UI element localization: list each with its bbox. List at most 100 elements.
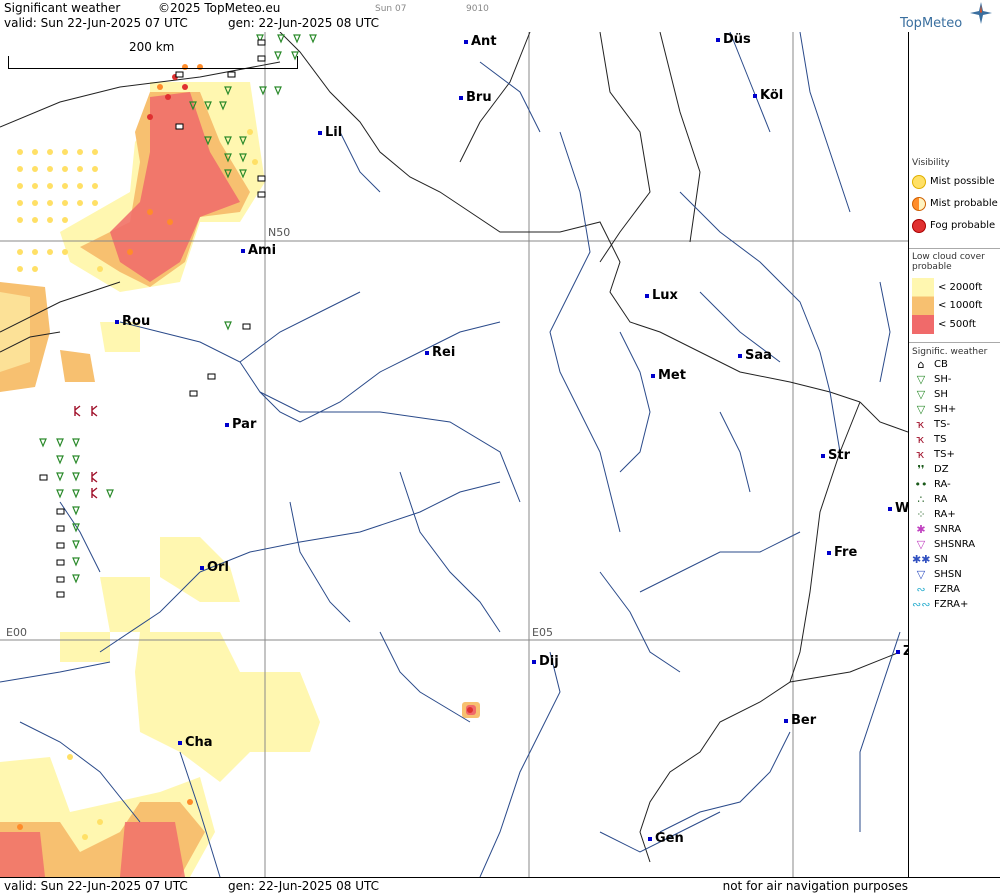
city-dot-icon — [318, 130, 322, 135]
city-marker[interactable]: Par — [225, 417, 256, 432]
city-marker[interactable]: Saa — [738, 348, 772, 363]
legend-label: Mist possible — [930, 176, 995, 187]
city-label: Met — [658, 368, 686, 383]
thunderstorm-symbols — [74, 405, 98, 499]
city-label: Düs — [723, 32, 751, 47]
weather-symbol-icon: ▽ — [916, 568, 926, 581]
map-canvas — [0, 32, 908, 877]
legend-sigwx-item: •• RA- — [912, 477, 998, 492]
city-marker[interactable]: Fre — [827, 545, 857, 560]
legend-mist-possible: Mist possible — [912, 174, 998, 189]
city-label: W — [895, 501, 908, 516]
weather-symbol-icon: ▽ — [916, 388, 926, 401]
city-dot-icon — [459, 95, 463, 100]
city-marker[interactable]: Met — [651, 368, 686, 383]
valid-time: valid: Sun 22-Jun-2025 07 UTC — [4, 16, 188, 30]
cloud-color-scale — [912, 278, 934, 334]
grid-label-e00: E00 — [6, 626, 27, 639]
city-label: Lil — [325, 125, 343, 140]
city-marker[interactable]: Rei — [425, 345, 455, 360]
city-marker[interactable]: Dij — [532, 654, 559, 669]
tiny-label-1: Sun 07 — [375, 4, 407, 14]
city-marker[interactable]: Ant — [464, 34, 497, 49]
legend-sigwx-item: ∾∾ FZRA+ — [912, 597, 998, 612]
legend-label: SH — [934, 389, 948, 400]
city-marker[interactable]: Str — [821, 448, 850, 463]
weather-symbol-icon: ▽ — [916, 538, 926, 551]
city-label: Lux — [652, 288, 678, 303]
city-dot-icon — [178, 740, 182, 745]
city-label: Orl — [207, 560, 229, 575]
legend-label: FZRA+ — [934, 599, 969, 610]
legend-sigwx-item: ✱✱ SN — [912, 552, 998, 567]
cloud-scale: < 2000ft < 1000ft < 500ft — [912, 278, 998, 334]
legend-sigwx-item: ҡ TS — [912, 432, 998, 447]
footer-gen: gen: 22-Jun-2025 08 UTC — [228, 879, 380, 893]
city-dot-icon — [532, 659, 536, 664]
legend-label: SHSN — [934, 569, 962, 580]
city-dot-icon — [827, 550, 831, 555]
city-dot-icon — [651, 373, 655, 378]
city-marker[interactable]: Cha — [178, 735, 213, 750]
legend-sigwx-item: ❜❜ DZ — [912, 462, 998, 477]
footer: valid: Sun 22-Jun-2025 07 UTC gen: 22-Ju… — [0, 877, 1000, 894]
legend-label: RA- — [934, 479, 951, 490]
compass-icon — [970, 2, 992, 24]
city-marker[interactable]: W — [888, 501, 908, 516]
legend-label: RA+ — [934, 509, 956, 520]
city-marker[interactable]: Z — [896, 644, 908, 659]
city-marker[interactable]: Ber — [784, 713, 816, 728]
legend-mist-probable: Mist probable — [912, 196, 998, 211]
legend-label: SH- — [934, 374, 952, 385]
scale-label: 200 km — [129, 40, 175, 54]
weather-symbol-icon: ∾ — [916, 583, 926, 596]
weather-symbol-icon: ∾∾ — [912, 598, 931, 611]
city-marker[interactable]: Lux — [645, 288, 678, 303]
city-marker[interactable]: Ami — [241, 243, 276, 258]
legend-fog-probable: Fog probable — [912, 218, 998, 233]
legend-label: TS — [934, 434, 947, 445]
legend-panel: Visibility Mist possible Mist probable F… — [908, 32, 1000, 877]
city-marker[interactable]: Orl — [200, 560, 229, 575]
legend-label: SH+ — [934, 404, 957, 415]
grid-label-n50: N50 — [268, 226, 291, 239]
city-marker[interactable]: Köl — [753, 88, 783, 103]
fog-probable-icon — [912, 218, 926, 233]
city-dot-icon — [115, 319, 119, 324]
legend-divider — [909, 248, 1000, 249]
city-marker[interactable]: Gen — [648, 831, 684, 846]
city-label: Köl — [760, 88, 784, 103]
weather-symbol-icon: ⁘ — [916, 508, 926, 521]
city-label: Rei — [432, 345, 456, 360]
city-dot-icon — [896, 649, 900, 654]
generated-time: gen: 22-Jun-2025 08 UTC — [228, 16, 380, 30]
logo-text: TopMeteo — [900, 16, 963, 31]
city-marker[interactable]: Düs — [716, 32, 751, 47]
weather-symbol-icon: ҡ — [916, 418, 926, 431]
city-label: Bru — [466, 90, 492, 105]
city-dot-icon — [821, 453, 825, 458]
legend-label: DZ — [934, 464, 949, 475]
footer-disclaimer: not for air navigation purposes — [722, 879, 908, 893]
legend-sigwx-item: ⁘ RA+ — [912, 507, 998, 522]
weather-symbol-icon: •• — [914, 478, 928, 491]
weather-symbol-icon: ▽ — [916, 403, 926, 416]
city-marker[interactable]: Lil — [318, 125, 342, 140]
weather-symbol-icon: ҡ — [916, 433, 926, 446]
legend-label: SHSNRA — [934, 539, 976, 550]
city-dot-icon — [241, 248, 245, 253]
legend-label: FZRA — [934, 584, 960, 595]
city-marker[interactable]: Rou — [115, 314, 150, 329]
topmeteo-logo[interactable]: TopMeteo — [892, 2, 992, 32]
tiny-label-2: 9010 — [466, 4, 489, 14]
legend-sigwx-item: ҡ TS- — [912, 417, 998, 432]
weather-map[interactable]: 200 km N50 E00 E05 Ant Düs Köl Bru Lil A… — [0, 32, 908, 877]
city-label: Str — [828, 448, 850, 463]
city-marker[interactable]: Bru — [459, 90, 492, 105]
city-dot-icon — [225, 422, 229, 427]
cloud-title: Low cloud cover probable — [912, 252, 985, 272]
city-label: Fre — [834, 545, 858, 560]
legend-label: CB — [934, 359, 948, 370]
weather-symbol-icon: ∴ — [917, 493, 925, 506]
legend-sigwx-item: ∾ FZRA — [912, 582, 998, 597]
